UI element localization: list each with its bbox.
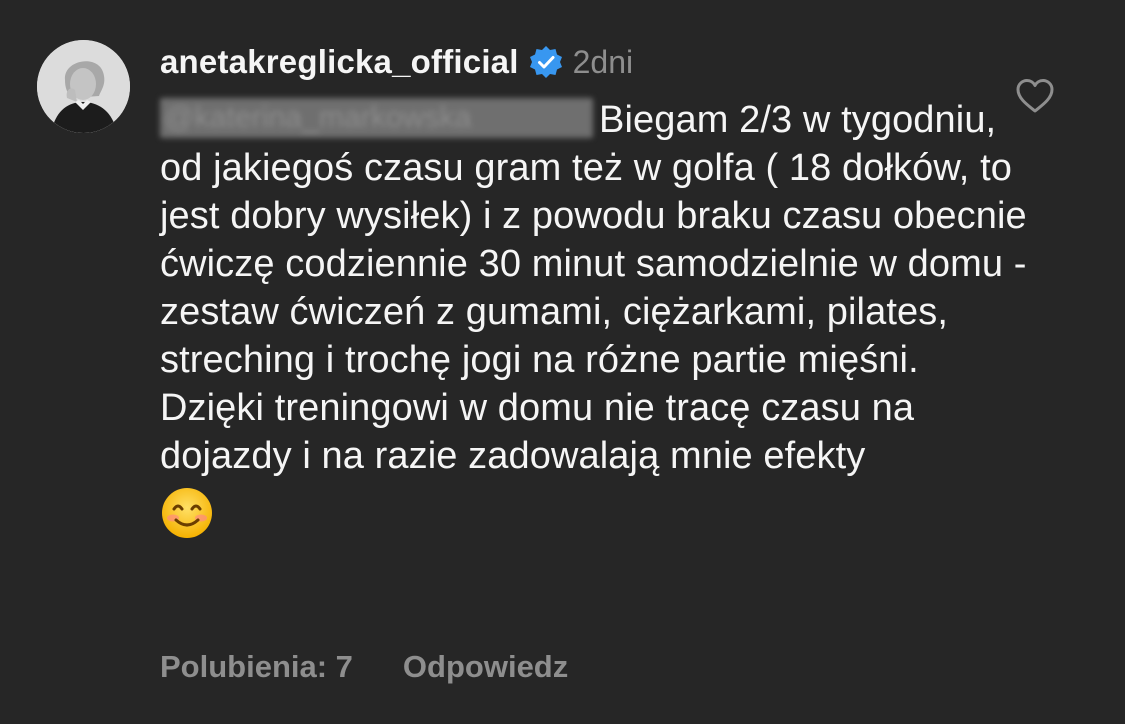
likes-count-button[interactable]: Polubienia: 7 (160, 649, 353, 685)
avatar[interactable] (37, 40, 130, 133)
smiling-face-emoji (160, 486, 214, 552)
verified-badge-icon (529, 45, 563, 79)
comment-body: Biegam 2/3 w tygodniu, od jakiegoś czasu… (160, 99, 1027, 477)
mention-link[interactable]: @katerina_markowska (160, 98, 593, 138)
username[interactable]: anetakreglicka_official (160, 43, 519, 81)
comment-text: @katerina_markowska Biegam 2/3 w tygodniu… (160, 96, 1030, 552)
comment: anetakreglicka_official 2dni @katerina_m… (0, 0, 1125, 724)
reply-button[interactable]: Odpowiedz (403, 649, 568, 685)
comment-time: 2dni (572, 43, 634, 80)
comment-header: anetakreglicka_official 2dni (160, 40, 633, 84)
comment-footer: Polubienia: 7 Odpowiedz (160, 645, 568, 689)
